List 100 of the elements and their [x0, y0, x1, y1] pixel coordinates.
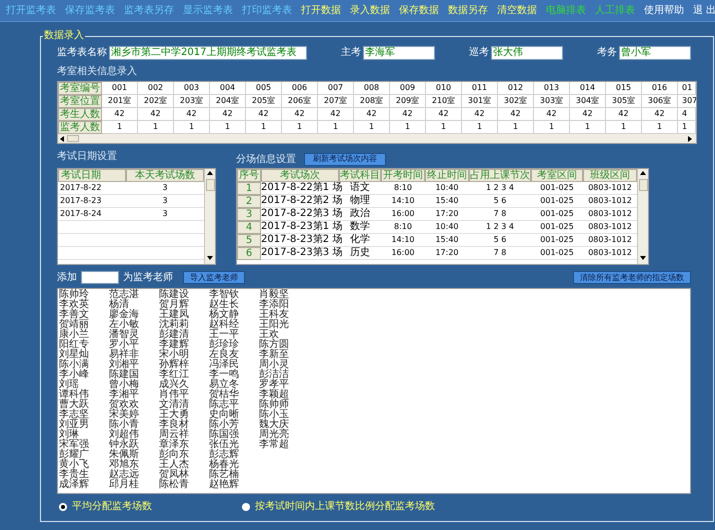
teacher-name[interactable]: 阳红专 [59, 340, 89, 350]
text-field[interactable]: 李海军 [363, 46, 435, 60]
teacher-name[interactable]: 杨文静 [209, 310, 239, 320]
teacher-name[interactable]: 罗小平 [109, 340, 139, 350]
clear-button[interactable]: 清除所有监考老师的指定场数 [573, 271, 691, 284]
teacher-name[interactable]: 陈国强 [209, 430, 239, 440]
teacher-name[interactable]: 李良材 [159, 420, 189, 430]
teacher-name[interactable]: 李欢英 [59, 300, 89, 310]
teacher-name[interactable]: 刘琳 [59, 430, 79, 440]
teacher-name[interactable]: 邓旭东 [109, 460, 139, 470]
teacher-name[interactable]: 王一平 [209, 330, 239, 340]
teacher-name[interactable]: 李添阳 [259, 300, 289, 310]
text-field[interactable]: 张大伟 [491, 46, 563, 60]
teacher-name[interactable]: 赵生长 [209, 300, 239, 310]
teacher-name[interactable]: 彭向东 [159, 450, 189, 460]
teacher-name[interactable]: 曹大跃 [59, 400, 89, 410]
teacher-name[interactable]: 陈小满 [59, 360, 89, 370]
teacher-name[interactable]: 赵艳辉 [209, 480, 239, 490]
teacher-name[interactable]: 李小峰 [59, 370, 89, 380]
teacher-name[interactable]: 沈莉莉 [159, 320, 189, 330]
teacher-name[interactable]: 范志湛 [109, 290, 139, 300]
teacher-name[interactable]: 邱月桂 [109, 480, 139, 490]
teacher-name[interactable]: 刘湘平 [109, 360, 139, 370]
teacher-name[interactable]: 易立冬 [209, 380, 239, 390]
teacher-name[interactable]: 魏大庆 [259, 420, 289, 430]
teacher-name[interactable]: 赵科经 [209, 320, 239, 330]
teacher-name[interactable]: 李颖超 [259, 390, 289, 400]
teacher-name[interactable]: 李智钦 [209, 290, 239, 300]
menu-item[interactable]: 使用帮助 [644, 3, 684, 18]
teacher-name[interactable]: 彭洁洁 [259, 370, 289, 380]
teacher-name[interactable]: 孙辉梓 [159, 360, 189, 370]
teacher-name[interactable]: 刘星灿 [59, 350, 89, 360]
teacher-name[interactable]: 周小灵 [259, 360, 289, 370]
teacher-name[interactable]: 贺月辉 [159, 300, 189, 310]
scroll-left-arrow-icon[interactable] [59, 134, 67, 142]
teacher-name[interactable]: 王人杰 [159, 460, 189, 470]
teacher-name[interactable]: 肖伟平 [159, 390, 189, 400]
teacher-name[interactable]: 陈方圆 [259, 340, 289, 350]
menu-item[interactable]: 保存数据 [399, 3, 439, 18]
teacher-name[interactable]: 刘超伟 [109, 430, 139, 440]
teacher-name[interactable]: 章泽东 [159, 440, 189, 450]
teacher-name[interactable]: 李新至 [259, 350, 289, 360]
scroll-up-arrow-icon[interactable] [639, 170, 647, 178]
menu-item[interactable]: 数据另存 [448, 3, 488, 18]
teacher-name[interactable]: 陈建设 [159, 290, 189, 300]
teacher-name[interactable]: 陈志平 [209, 400, 239, 410]
scroll-thumb[interactable] [638, 179, 648, 191]
menu-item[interactable]: 退 出 [693, 3, 715, 18]
teacher-name[interactable]: 成兴久 [159, 380, 189, 390]
teacher-name[interactable]: 贺凤林 [159, 470, 189, 480]
teacher-name[interactable]: 杨春光 [209, 460, 239, 470]
teacher-name[interactable]: 彭珍珍 [209, 340, 239, 350]
scroll-thumb[interactable] [67, 135, 79, 142]
teacher-name[interactable]: 贺桔华 [209, 390, 239, 400]
teacher-name[interactable]: 彭建清 [159, 330, 189, 340]
teacher-name[interactable]: 彭志辉 [209, 450, 239, 460]
teacher-name[interactable]: 陈小芳 [209, 420, 239, 430]
teacher-name[interactable]: 李贵生 [59, 470, 89, 480]
teacher-name[interactable]: 陈小青 [109, 420, 139, 430]
text-field[interactable]: 湘乡市第二中学2017上期期终考试监考表 [109, 46, 307, 60]
teacher-name[interactable]: 王大勇 [159, 410, 189, 420]
text-field[interactable]: 曾小军 [619, 46, 691, 60]
teacher-name[interactable]: 周光亮 [259, 430, 289, 440]
teacher-name[interactable]: 李一鸣 [209, 370, 239, 380]
teacher-name[interactable]: 陈帅师 [259, 400, 289, 410]
scroll-thumb[interactable] [206, 179, 214, 191]
teacher-name[interactable]: 李湘平 [109, 390, 139, 400]
teacher-name[interactable]: 赵志远 [109, 470, 139, 480]
menu-item[interactable]: 录入数据 [350, 3, 390, 18]
teacher-name[interactable]: 易祥非 [109, 350, 139, 360]
teacher-name[interactable]: 彭耀广 [59, 450, 89, 460]
teacher-name[interactable]: 李红江 [159, 370, 189, 380]
teacher-name[interactable]: 刘瑶 [59, 380, 79, 390]
radio-button[interactable] [59, 502, 67, 510]
teacher-name[interactable]: 罗孝平 [259, 380, 289, 390]
import-button[interactable]: 导入监考老师 [183, 271, 245, 284]
teacher-name[interactable]: 左良友 [209, 350, 239, 360]
teacher-name[interactable]: 朱佩斯 [109, 450, 139, 460]
teacher-name[interactable]: 陈艺楠 [209, 470, 239, 480]
teacher-name[interactable]: 宋美婷 [109, 410, 139, 420]
teacher-name[interactable]: 康小兰 [59, 330, 89, 340]
teacher-name[interactable]: 谭科伟 [59, 390, 89, 400]
teacher-name[interactable]: 史向晰 [209, 410, 239, 420]
teacher-name[interactable]: 陈小玉 [259, 410, 289, 420]
teacher-name[interactable]: 李建辉 [159, 340, 189, 350]
teacher-name[interactable]: 廖金海 [109, 310, 139, 320]
teacher-name[interactable]: 陈松青 [159, 480, 189, 490]
teacher-name[interactable]: 王科友 [259, 310, 289, 320]
teacher-name[interactable]: 王建凤 [159, 310, 189, 320]
horizontal-scrollbar[interactable] [58, 134, 696, 143]
refresh-button[interactable]: 刷新考试场次内容 [304, 152, 386, 166]
teacher-name[interactable]: 钟永跃 [109, 440, 139, 450]
teacher-name[interactable]: 贺欢欢 [109, 400, 139, 410]
menu-item[interactable]: 清空数据 [497, 3, 537, 18]
scroll-up-arrow-icon[interactable] [206, 170, 214, 178]
teacher-name[interactable]: 李善文 [59, 310, 89, 320]
teacher-name[interactable]: 成泽辉 [59, 480, 89, 490]
teacher-name[interactable]: 冯泽民 [209, 360, 239, 370]
teacher-input-field[interactable] [81, 271, 119, 284]
teacher-name[interactable]: 李常超 [259, 440, 289, 450]
